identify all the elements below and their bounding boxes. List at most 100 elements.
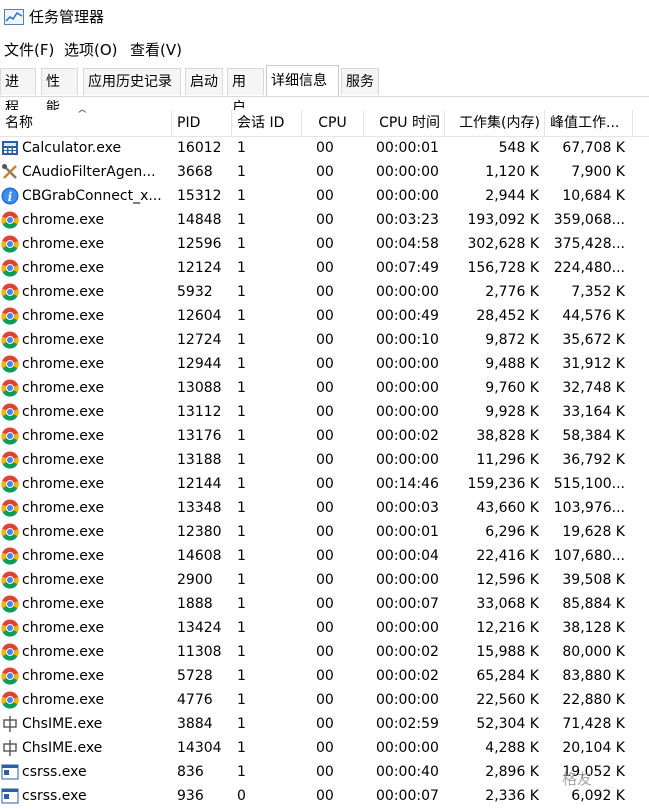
process-session-id: 1 xyxy=(237,524,246,540)
process-session-id: 1 xyxy=(237,356,246,372)
table-row[interactable]: chrome.exe 12944 1 00 00:00:00 9,488 K 31,912 … xyxy=(0,352,649,376)
chrome-icon xyxy=(1,403,19,421)
tab-performance[interactable]: 性能 xyxy=(41,68,78,116)
table-row[interactable]: chrome.exe 13424 1 00 00:00:00 12,216 K 38,128… xyxy=(0,616,649,640)
table-row[interactable]: CAudioFilterAgen... 3668 1 00 00:00:00 1,120 … xyxy=(0,160,649,184)
process-peak-working-set: 103,976... xyxy=(553,500,625,516)
column-session-id[interactable]: 会话 ID xyxy=(232,110,302,136)
process-name: chrome.exe xyxy=(22,380,105,396)
process-cpu-time: 00:00:00 xyxy=(376,356,439,372)
table-row[interactable]: chrome.exe 12604 1 00 00:00:49 28,452 K 44,576… xyxy=(0,304,649,328)
process-session-id: 1 xyxy=(237,644,246,660)
process-session-id: 1 xyxy=(237,140,246,156)
process-name: chrome.exe xyxy=(22,620,105,636)
process-cpu-time: 00:03:23 xyxy=(376,212,439,228)
process-name: chrome.exe xyxy=(22,644,105,660)
column-cpu[interactable]: CPU xyxy=(302,110,364,136)
table-row[interactable]: chrome.exe 1888 1 00 00:00:07 33,068 K 85,884 … xyxy=(0,592,649,616)
process-working-set: 302,628 K xyxy=(467,236,539,252)
table-row[interactable]: chrome.exe 13188 1 00 00:00:00 11,296 K 36,792… xyxy=(0,448,649,472)
menu-view[interactable]: 查看(V) xyxy=(128,39,184,61)
process-session-id: 1 xyxy=(237,236,246,252)
table-row[interactable]: chrome.exe 14848 1 00 00:03:23 193,092 K 359,0… xyxy=(0,208,649,232)
table-row[interactable]: chrome.exe 13176 1 00 00:00:02 38,828 K 58,384… xyxy=(0,424,649,448)
process-pid: 5728 xyxy=(177,668,213,684)
tab-services[interactable]: 服务 xyxy=(341,68,379,95)
process-name: chrome.exe xyxy=(22,332,105,348)
table-row[interactable]: chrome.exe 12724 1 00 00:00:10 9,872 K 35,672 … xyxy=(0,328,649,352)
process-peak-working-set: 36,792 K xyxy=(562,452,625,468)
process-peak-working-set: 224,480... xyxy=(553,260,625,276)
table-row[interactable]: ChsIME.exe 14304 1 00 00:00:00 4,288 K 20,104 … xyxy=(0,736,649,760)
process-pid: 3668 xyxy=(177,164,213,180)
process-session-id: 1 xyxy=(237,764,246,780)
process-cpu: 00 xyxy=(316,308,334,324)
table-row[interactable]: csrss.exe 836 1 00 00:00:40 2,896 K 19,052 K xyxy=(0,760,649,784)
tab-app-history[interactable]: 应用历史记录 xyxy=(83,68,181,95)
process-peak-working-set: 83,880 K xyxy=(562,668,625,684)
process-peak-working-set: 38,128 K xyxy=(562,620,625,636)
table-row[interactable]: chrome.exe 12124 1 00 00:07:49 156,728 K 224,4… xyxy=(0,256,649,280)
process-cpu: 00 xyxy=(316,572,334,588)
table-row[interactable]: chrome.exe 12380 1 00 00:00:01 6,296 K 19,628 … xyxy=(0,520,649,544)
process-pid: 11308 xyxy=(177,644,222,660)
process-pid: 14608 xyxy=(177,548,222,564)
table-row[interactable]: chrome.exe 14608 1 00 00:00:04 22,416 K 107,68… xyxy=(0,544,649,568)
table-row[interactable]: chrome.exe 13112 1 00 00:00:00 9,928 K 33,164 … xyxy=(0,400,649,424)
process-session-id: 1 xyxy=(237,380,246,396)
process-peak-working-set: 71,428 K xyxy=(562,716,625,732)
calculator-icon xyxy=(1,139,19,157)
process-pid: 836 xyxy=(177,764,204,780)
process-name: chrome.exe xyxy=(22,692,105,708)
process-peak-working-set: 67,708 K xyxy=(562,140,625,156)
table-row[interactable]: chrome.exe 2900 1 00 00:00:00 12,596 K 39,508 … xyxy=(0,568,649,592)
process-peak-working-set: 35,672 K xyxy=(562,332,625,348)
process-session-id: 0 xyxy=(237,788,246,804)
table-row[interactable]: chrome.exe 12144 1 00 00:14:46 159,236 K 515,1… xyxy=(0,472,649,496)
process-peak-working-set: 58,384 K xyxy=(562,428,625,444)
table-row[interactable]: chrome.exe 13348 1 00 00:00:03 43,660 K 103,97… xyxy=(0,496,649,520)
table-row[interactable]: chrome.exe 5728 1 00 00:00:02 65,284 K 83,880 … xyxy=(0,664,649,688)
column-working-set[interactable]: 工作集(内存) xyxy=(445,110,545,136)
table-row[interactable]: chrome.exe 12596 1 00 00:04:58 302,628 K 375,4… xyxy=(0,232,649,256)
process-cpu: 00 xyxy=(316,692,334,708)
table-row[interactable]: chrome.exe 5932 1 00 00:00:00 2,776 K 7,352 K xyxy=(0,280,649,304)
process-pid: 12380 xyxy=(177,524,222,540)
column-pid[interactable]: PID xyxy=(172,110,232,136)
process-peak-working-set: 107,680... xyxy=(553,548,625,564)
table-row[interactable]: chrome.exe 13088 1 00 00:00:00 9,760 K 32,748 … xyxy=(0,376,649,400)
process-working-set: 6,296 K xyxy=(485,524,539,540)
process-pid: 13112 xyxy=(177,404,222,420)
process-peak-working-set: 515,100... xyxy=(553,476,625,492)
tab-processes[interactable]: 进程 xyxy=(0,68,36,116)
table-row[interactable]: ChsIME.exe 3884 1 00 00:02:59 52,304 K 71,428 … xyxy=(0,712,649,736)
process-working-set: 11,296 K xyxy=(476,452,539,468)
process-pid: 12124 xyxy=(177,260,222,276)
process-working-set: 159,236 K xyxy=(467,476,539,492)
tab-users[interactable]: 用户 xyxy=(227,68,264,116)
process-peak-working-set: 32,748 K xyxy=(562,380,625,396)
process-session-id: 1 xyxy=(237,476,246,492)
process-peak-working-set: 359,068... xyxy=(553,212,625,228)
table-row[interactable]: Calculator.exe 16012 1 00 00:00:01 548 K 67,70… xyxy=(0,136,649,160)
process-name: csrss.exe xyxy=(22,788,87,804)
table-row[interactable]: csrss.exe 936 0 00 00:00:07 2,336 K 6,092 K xyxy=(0,784,649,808)
menu-file[interactable]: 文件(F) xyxy=(2,39,56,61)
chrome-icon xyxy=(1,499,19,517)
table-row[interactable]: chrome.exe 4776 1 00 00:00:00 22,560 K 22,880 … xyxy=(0,688,649,712)
ime-icon xyxy=(1,739,19,757)
tab-details[interactable]: 详细信息 xyxy=(266,65,339,96)
column-cpu-time[interactable]: CPU 时间 xyxy=(364,110,445,136)
process-cpu: 00 xyxy=(316,668,334,684)
process-peak-working-set: 85,884 K xyxy=(562,596,625,612)
column-peak-working-set[interactable]: 峰值工作... xyxy=(545,110,633,136)
table-row[interactable]: i CBGrabConnect_x... 15312 1 00 00:00:00 2,944… xyxy=(0,184,649,208)
process-name: chrome.exe xyxy=(22,428,105,444)
process-working-set: 22,416 K xyxy=(476,548,539,564)
tab-startup[interactable]: 启动 xyxy=(185,68,223,95)
process-cpu-time: 00:00:03 xyxy=(376,500,439,516)
menu-options[interactable]: 选项(O) xyxy=(62,39,120,61)
chrome-icon xyxy=(1,691,19,709)
process-cpu-time: 00:00:10 xyxy=(376,332,439,348)
table-row[interactable]: chrome.exe 11308 1 00 00:00:02 15,988 K 80,000… xyxy=(0,640,649,664)
